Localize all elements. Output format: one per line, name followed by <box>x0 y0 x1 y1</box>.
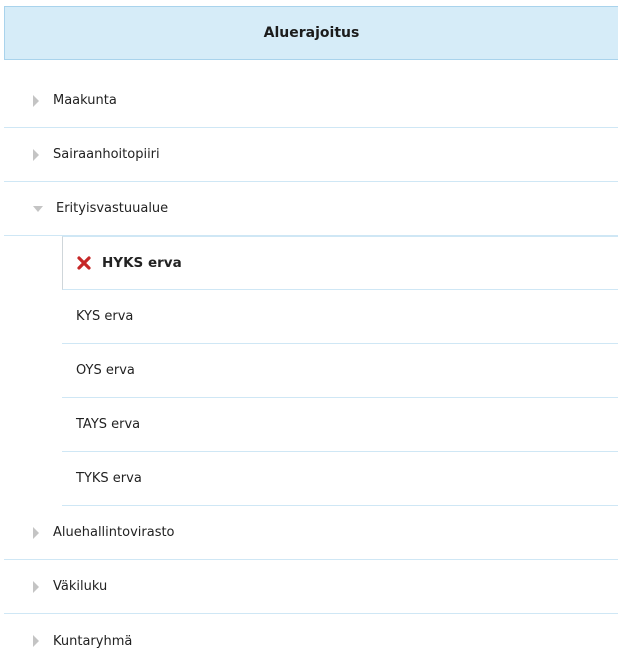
triangle-down-icon <box>33 205 43 212</box>
list-item-label: TAYS erva <box>76 417 141 432</box>
triangle-right-icon <box>33 148 39 161</box>
group-maakunta[interactable]: Maakunta <box>4 74 618 128</box>
list-item-tyks-erva[interactable]: TYKS erva <box>62 452 618 506</box>
group-label: Sairaanhoitopiiri <box>53 147 160 162</box>
list-item-hyks-erva[interactable]: HYKS erva <box>62 236 618 290</box>
group-label: Erityisvastuualue <box>56 201 169 216</box>
list-item-label: HYKS erva <box>102 255 182 271</box>
list-item-label: KYS erva <box>76 309 134 324</box>
panel-title: Aluerajoitus <box>263 25 360 41</box>
triangle-right-icon <box>33 526 39 539</box>
group-kuntaryhma[interactable]: Kuntaryhmä <box>4 614 618 668</box>
group-erityisvastuualue[interactable]: Erityisvastuualue <box>4 182 618 236</box>
list-item-kys-erva[interactable]: KYS erva <box>62 290 618 344</box>
panel-header: Aluerajoitus <box>4 6 618 60</box>
list-item-oys-erva[interactable]: OYS erva <box>62 344 618 398</box>
group-aluehallintovirasto[interactable]: Aluehallintovirasto <box>4 506 618 560</box>
list-item-label: TYKS erva <box>76 471 142 486</box>
group-label: Väkiluku <box>53 579 108 594</box>
remove-icon[interactable] <box>76 255 92 271</box>
triangle-right-icon <box>33 580 39 593</box>
triangle-right-icon <box>33 94 39 107</box>
group-label: Aluehallintovirasto <box>53 525 175 540</box>
group-vakiluku[interactable]: Väkiluku <box>4 560 618 614</box>
region-filter-panel: Aluerajoitus Maakunta Sairaanhoitopiiri … <box>0 0 618 669</box>
group-sairaanhoitopiiri[interactable]: Sairaanhoitopiiri <box>4 128 618 182</box>
triangle-right-icon <box>33 635 39 647</box>
group-label: Kuntaryhmä <box>53 633 133 649</box>
list-item-label: OYS erva <box>76 363 135 378</box>
filter-list: Maakunta Sairaanhoitopiiri Erityisvastuu… <box>4 74 618 668</box>
group-label: Maakunta <box>53 93 117 108</box>
list-item-tays-erva[interactable]: TAYS erva <box>62 398 618 452</box>
